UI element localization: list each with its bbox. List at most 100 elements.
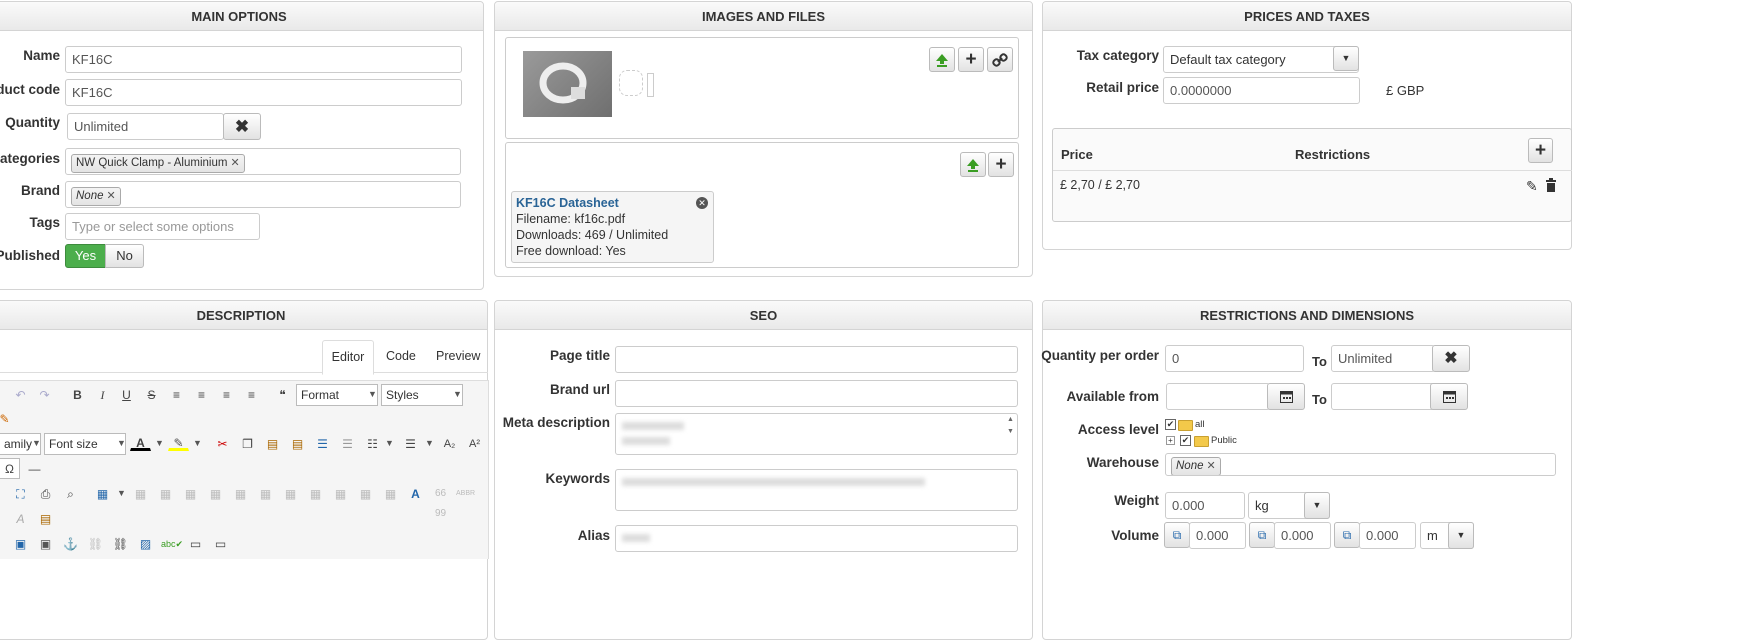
strikethrough-icon[interactable]: S — [141, 384, 162, 405]
weight-unit-dropdown-button[interactable]: ▼ — [1304, 492, 1330, 519]
template-icon[interactable]: ▤ — [35, 508, 56, 529]
quantity-to-input[interactable]: Unlimited — [1331, 345, 1435, 372]
styles-select[interactable]: Styles — [381, 384, 463, 406]
cut-icon[interactable]: ✂ — [212, 433, 233, 454]
remove-tag-icon[interactable]: ✕ — [1207, 460, 1216, 472]
tax-category-dropdown-button[interactable]: ▼ — [1333, 46, 1359, 71]
available-from-calendar-button[interactable] — [1267, 383, 1305, 410]
remove-tag-icon[interactable]: ✕ — [107, 190, 116, 202]
table-col-delete-icon[interactable]: ▦ — [280, 483, 301, 504]
text-color-icon[interactable]: A — [130, 433, 151, 451]
available-to-input[interactable] — [1331, 383, 1435, 410]
page-title-input[interactable] — [615, 346, 1018, 373]
brand-url-input[interactable] — [615, 380, 1018, 407]
clear-format-icon[interactable]: A — [10, 508, 31, 529]
align-left-icon[interactable]: ≡ — [216, 384, 237, 405]
volume-unit-dropdown-button[interactable]: ▼ — [1448, 522, 1474, 549]
find-icon[interactable]: ⌕ — [60, 483, 81, 504]
styles-dropdown-icon[interactable]: ▼ — [453, 389, 462, 399]
retail-price-input[interactable]: 0.0000000 — [1163, 77, 1360, 104]
spellcheck-icon[interactable]: A — [405, 483, 426, 504]
table-delete-icon[interactable]: ▦ — [130, 483, 151, 504]
underline-icon[interactable]: U — [116, 384, 137, 405]
brand-input[interactable]: None ✕ — [65, 181, 461, 208]
quantity-from-input[interactable]: 0 — [1165, 345, 1304, 372]
paste-text-icon[interactable]: ▤ — [287, 433, 308, 454]
remove-tag-icon[interactable]: ✕ — [230, 157, 239, 169]
tab-preview[interactable]: Preview — [436, 349, 480, 363]
paste-icon[interactable]: ▤ — [262, 433, 283, 454]
volume-y-input[interactable]: 0.000 — [1274, 522, 1331, 549]
weight-input[interactable]: 0.000 — [1165, 492, 1245, 519]
meta-description-textarea[interactable] — [615, 413, 1018, 455]
add-image-button[interactable]: + — [958, 47, 984, 72]
pagebreak-icon[interactable]: ▭ — [185, 533, 206, 554]
link-insert-icon[interactable]: ⛓ — [110, 533, 131, 554]
volume-x-input[interactable]: 0.000 — [1189, 522, 1246, 549]
access-all-checkbox[interactable]: ✔ — [1165, 419, 1176, 430]
table-row-before-icon[interactable]: ▦ — [155, 483, 176, 504]
table-cell-icon[interactable]: ▦ — [380, 483, 401, 504]
table-col-after-icon[interactable]: ▦ — [255, 483, 276, 504]
file-title-link[interactable]: KF16C Datasheet — [516, 195, 709, 211]
text-color-dropdown-icon[interactable]: ▼ — [155, 438, 164, 448]
abbr-icon[interactable]: ABBR — [455, 483, 476, 504]
format-select[interactable]: Format — [296, 384, 378, 406]
access-public-checkbox[interactable]: ✔ — [1180, 435, 1191, 446]
tax-category-select[interactable]: Default tax category — [1163, 46, 1359, 73]
spellcheck-abc-icon[interactable]: abc✔ — [160, 533, 183, 554]
thumbnail-image[interactable] — [619, 70, 643, 96]
table-props-icon[interactable]: ▦ — [355, 483, 376, 504]
numbered-list-dropdown-icon[interactable]: ▼ — [385, 438, 394, 448]
table-merge-icon[interactable]: ▦ — [305, 483, 326, 504]
special-char-icon[interactable]: Ω — [0, 458, 20, 479]
font-size-select[interactable]: Font size — [44, 433, 126, 455]
font-size-dropdown-icon[interactable]: ▼ — [117, 438, 126, 448]
italic-icon[interactable]: I — [92, 384, 113, 405]
horizontal-rule-icon[interactable]: — — [24, 458, 45, 479]
superscript-icon[interactable]: A² — [464, 433, 485, 454]
expand-tree-icon[interactable]: + — [1166, 436, 1175, 445]
edit-price-icon[interactable]: ✎ — [1526, 178, 1538, 195]
link-image-button[interactable] — [987, 47, 1013, 72]
thumbnail-image[interactable] — [647, 73, 654, 97]
font-family-dropdown-icon[interactable]: ▼ — [32, 438, 41, 448]
table-split-icon[interactable]: ▦ — [330, 483, 351, 504]
bold-icon[interactable]: B — [67, 384, 88, 405]
delete-price-icon[interactable] — [1545, 178, 1557, 195]
categories-input[interactable]: NW Quick Clamp - Aluminium ✕ — [65, 148, 461, 175]
bullet-list-icon[interactable]: ☰ — [400, 433, 421, 454]
quantity-clear-button[interactable]: ✖ — [223, 113, 261, 140]
quantity-to-clear-button[interactable]: ✖ — [1432, 345, 1470, 372]
upload-image-button[interactable] — [929, 47, 955, 72]
table-icon[interactable]: ▦ — [92, 483, 113, 504]
upload-file-button[interactable] — [960, 152, 986, 177]
product-image[interactable] — [523, 51, 612, 117]
highlight-dropdown-icon[interactable]: ▼ — [193, 438, 202, 448]
alias-input[interactable] — [615, 525, 1018, 552]
print-icon[interactable]: ⎙ — [35, 483, 56, 504]
remove-file-icon[interactable]: ✕ — [696, 197, 708, 209]
tags-input[interactable]: Type or select some options — [65, 213, 260, 240]
blockquote-icon[interactable]: ❝ — [272, 384, 293, 405]
bullet-list-dropdown-icon[interactable]: ▼ — [425, 438, 434, 448]
volume-z-input[interactable]: 0.000 — [1359, 522, 1416, 549]
numbered-list-icon[interactable]: ☷ — [362, 433, 383, 454]
media-icon[interactable]: ▣ — [35, 533, 56, 554]
name-input[interactable]: KF16C — [65, 46, 462, 73]
image-insert-icon[interactable]: ▨ — [135, 533, 156, 554]
align-right-icon[interactable]: ≡ — [241, 384, 262, 405]
table-col-before-icon[interactable]: ▦ — [230, 483, 251, 504]
format-dropdown-icon[interactable]: ▼ — [368, 389, 377, 399]
redo-icon[interactable]: ↷ — [34, 384, 55, 405]
quantity-input[interactable]: Unlimited — [67, 113, 224, 140]
image-icon[interactable]: ▣ — [10, 533, 31, 554]
warehouse-input[interactable]: None ✕ — [1165, 453, 1556, 476]
available-to-calendar-button[interactable] — [1430, 383, 1468, 410]
anchor-icon[interactable]: ⚓ — [60, 533, 81, 554]
tab-code[interactable]: Code — [386, 349, 416, 363]
file-card[interactable]: KF16C Datasheet Filename: kf16c.pdf Down… — [511, 191, 714, 263]
table-row-delete-icon[interactable]: ▦ — [205, 483, 226, 504]
highlight-icon[interactable]: ✎ — [168, 433, 189, 451]
available-from-input[interactable] — [1166, 383, 1270, 410]
